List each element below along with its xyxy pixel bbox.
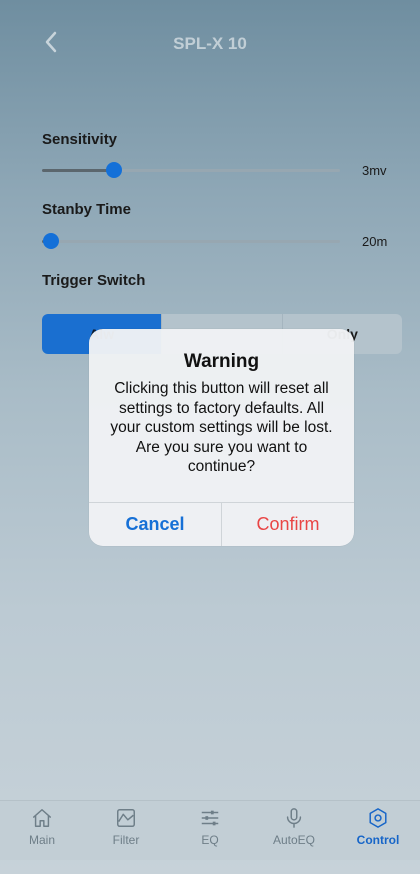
sensitivity-value: 3mv	[362, 163, 387, 178]
eq-icon	[201, 810, 219, 826]
tab-label: EQ	[201, 833, 219, 847]
tab-label: Main	[28, 833, 55, 847]
home-icon	[33, 809, 51, 827]
dialog-buttons: Cancel Confirm	[89, 502, 354, 546]
page-title: SPL-X 10	[173, 34, 247, 53]
dialog-title: Warning	[183, 351, 260, 372]
sensitivity-label: Sensitivity	[42, 131, 118, 148]
slider-thumb[interactable]	[105, 162, 122, 178]
standby-slider[interactable]	[42, 233, 340, 249]
standby-label: Stanby Time	[42, 201, 131, 218]
tab-filter[interactable]: Filter	[84, 801, 168, 860]
tab-label: Control	[356, 833, 400, 847]
trigger-label: Trigger Switch	[42, 272, 146, 289]
header: SPL-X 10	[0, 0, 420, 90]
confirm-button[interactable]: Confirm	[222, 503, 354, 546]
slider-track	[42, 240, 340, 243]
tab-label: Filter	[112, 833, 140, 847]
tab-autoeq[interactable]: AutoEQ	[252, 801, 336, 860]
tab-bar: Main Filter EQ AutoEQ Control	[0, 800, 420, 860]
tab-label: AutoEQ	[272, 833, 316, 847]
slider-fill	[42, 169, 114, 172]
sensitivity-slider[interactable]	[42, 162, 340, 178]
tab-main[interactable]: Main	[0, 801, 84, 860]
dialog-message: Clicking this button will reset all sett…	[110, 380, 333, 475]
filter-icon	[117, 809, 135, 827]
cancel-button[interactable]: Cancel	[89, 503, 222, 546]
tab-control[interactable]: Control	[336, 801, 420, 860]
control-icon	[369, 808, 387, 828]
slider-thumb[interactable]	[42, 233, 59, 249]
tab-eq[interactable]: EQ	[168, 801, 252, 860]
standby-value: 20m	[362, 234, 388, 249]
microphone-icon	[286, 808, 302, 828]
warning-dialog: Warning Clicking this button will reset …	[89, 329, 354, 546]
